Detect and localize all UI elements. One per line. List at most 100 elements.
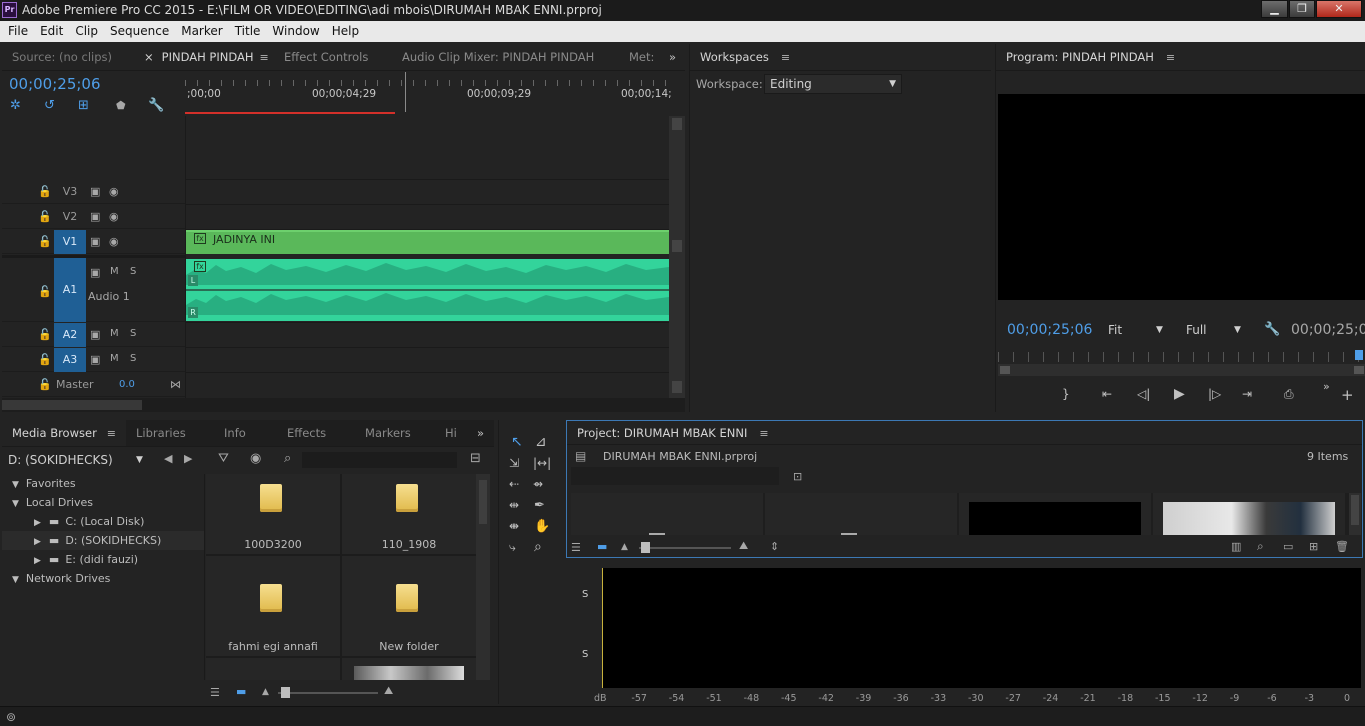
tab-effect-controls[interactable]: Effect Controls	[274, 44, 392, 70]
video-clip[interactable]: fx JADINYA INI	[186, 230, 669, 254]
folder-item[interactable]: fahmi egi annafi	[206, 556, 340, 656]
zoom-out-icon[interactable]: ▲	[621, 542, 628, 552]
folder-item[interactable]: 100D3200	[206, 474, 340, 554]
scroll-thumb[interactable]	[2, 400, 142, 410]
close-icon[interactable]: ×	[144, 50, 154, 64]
icon-view-icon[interactable]: ▬	[597, 540, 607, 553]
menu-sequence[interactable]: Sequence	[104, 21, 175, 42]
workspace-dropdown[interactable]: Editing ▼	[764, 74, 902, 94]
zoom-handle[interactable]	[1354, 366, 1364, 374]
thumbnail-size-slider[interactable]	[278, 687, 378, 698]
toggle-sync-icon[interactable]: ▣	[90, 328, 100, 341]
zoom-in-icon[interactable]: ⛰	[739, 539, 748, 553]
panel-menu-icon[interactable]: ≡	[260, 51, 269, 64]
tree-network-drives[interactable]: ▼ Network Drives	[12, 569, 110, 588]
view-icon[interactable]: ◉	[250, 451, 261, 466]
ripple-edit-tool-icon[interactable]: ⇲	[509, 456, 519, 470]
scroll-thumb[interactable]	[479, 480, 487, 524]
media-search-input[interactable]	[302, 452, 457, 468]
mute-button[interactable]: M	[110, 353, 119, 364]
zoom-out-icon[interactable]: ▲	[262, 687, 269, 697]
panel-menu-icon[interactable]: ≡	[781, 51, 790, 64]
lock-icon[interactable]: 🔓	[38, 210, 52, 223]
automate-to-sequence-icon[interactable]: ▥	[1231, 540, 1241, 553]
zoom-tool-icon[interactable]: ⌕	[534, 539, 542, 555]
program-video-frame[interactable]	[998, 94, 1365, 300]
icon-view-icon[interactable]: ▬	[236, 685, 246, 698]
project-item[interactable]	[765, 493, 957, 535]
audio-clip[interactable]: fx L R	[186, 259, 669, 321]
project-item[interactable]	[959, 493, 1151, 535]
step-back-icon[interactable]: ◁|	[1137, 387, 1150, 401]
toggle-sync-icon[interactable]: ▣	[90, 185, 100, 198]
tree-local-drives[interactable]: ▼ Local Drives	[12, 493, 93, 512]
track-label-v3[interactable]: V3	[54, 180, 86, 204]
trash-icon[interactable]: 🗑	[1335, 540, 1349, 553]
mute-button[interactable]: M	[110, 328, 119, 339]
sequence-timecode[interactable]: 00;00;25;06	[9, 75, 101, 93]
search-icon[interactable]: ⌕	[284, 451, 291, 466]
go-to-out-icon[interactable]: ⇥	[1242, 387, 1252, 401]
find-icon[interactable]: ⌕	[1257, 539, 1264, 554]
menu-file[interactable]: File	[2, 21, 34, 42]
solo-button[interactable]: S	[130, 353, 136, 364]
list-view-icon[interactable]: ☰	[571, 541, 581, 554]
menu-marker[interactable]: Marker	[175, 21, 228, 42]
panel-menu-icon[interactable]: ≡	[759, 427, 768, 440]
go-to-in-icon[interactable]: ⇤	[1102, 387, 1112, 401]
mark-out-icon[interactable]: }	[1062, 387, 1070, 401]
sort-icon[interactable]: ⇕	[770, 540, 779, 553]
tree-drive-e[interactable]: ▶ ▬ E: (didi fauzi)	[34, 550, 138, 569]
menu-title[interactable]: Title	[229, 21, 267, 42]
eye-icon[interactable]: ◉	[109, 185, 119, 198]
tab-program[interactable]: Program: PINDAH PINDAH ≡	[996, 44, 1185, 70]
media-item[interactable]	[206, 658, 340, 680]
minimize-button[interactable]: ▁	[1261, 0, 1288, 18]
program-zoom-bar[interactable]	[998, 364, 1365, 376]
slip-tool-icon[interactable]: ⇹	[509, 498, 519, 512]
lock-icon[interactable]: 🔓	[38, 285, 52, 298]
tab-history[interactable]: Hi	[435, 420, 475, 446]
quality-dropdown[interactable]: Full ▼	[1186, 320, 1248, 340]
close-button[interactable]: ✕	[1316, 0, 1362, 18]
project-search-input[interactable]	[571, 467, 779, 485]
tab-source[interactable]: Source: (no clips)	[2, 44, 134, 70]
solo-button[interactable]: S	[130, 266, 136, 277]
step-forward-icon[interactable]: |▷	[1208, 387, 1221, 401]
project-scrollbar[interactable]	[1349, 493, 1361, 535]
slide-tool-icon[interactable]: ⇼	[509, 519, 519, 533]
track-label-a2[interactable]: A2	[54, 323, 86, 347]
program-timecode[interactable]: 00;00;25;06	[1007, 322, 1092, 338]
track-select-tool-icon[interactable]: ⊿	[535, 434, 547, 450]
toggle-sync-icon[interactable]: ▣	[90, 266, 100, 279]
tab-info[interactable]: Info	[214, 420, 277, 446]
linked-selection-icon[interactable]: ↺	[44, 98, 55, 113]
marker-icon[interactable]: ⬟	[116, 99, 126, 112]
lock-icon[interactable]: 🔓	[38, 328, 52, 341]
timeline-horizontal-scrollbar[interactable]	[2, 398, 685, 412]
tab-markers[interactable]: Markers	[355, 420, 435, 446]
panel-menu-icon[interactable]: ≡	[107, 427, 116, 440]
play-icon[interactable]: ▶	[1174, 386, 1185, 402]
playhead[interactable]	[405, 72, 406, 112]
program-ruler[interactable]	[998, 352, 1365, 362]
drive-dropdown[interactable]: D: (SOKIDHECKS) ▼	[8, 450, 150, 470]
lock-icon[interactable]: 🔓	[38, 353, 52, 366]
meter-channel-label[interactable]: S	[582, 589, 588, 600]
program-playhead[interactable]	[1355, 350, 1363, 360]
mute-button[interactable]: M	[110, 266, 119, 277]
ingest-icon[interactable]: ⊟	[470, 451, 481, 466]
wrench-icon[interactable]: 🔧	[1264, 322, 1280, 337]
tab-effects[interactable]: Effects	[277, 420, 355, 446]
solo-button[interactable]: S	[130, 328, 136, 339]
menu-help[interactable]: Help	[326, 21, 365, 42]
tree-favorites[interactable]: ▼ Favorites	[12, 474, 76, 493]
tabs-overflow-icon[interactable]: »	[665, 44, 680, 70]
list-view-icon[interactable]: ☰	[210, 686, 220, 699]
track-label-a1[interactable]: A1	[54, 258, 86, 322]
add-button-icon[interactable]: +	[1341, 386, 1354, 404]
panel-menu-icon[interactable]: ≡	[1166, 51, 1175, 64]
track-forward-icon[interactable]: ⤷	[509, 540, 516, 555]
menu-edit[interactable]: Edit	[34, 21, 69, 42]
lock-icon[interactable]: 🔓	[38, 185, 52, 198]
